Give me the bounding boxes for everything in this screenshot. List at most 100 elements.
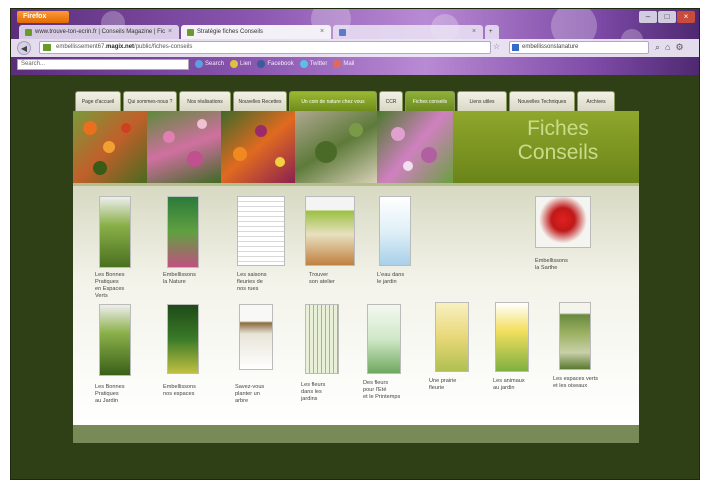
- search-engine-icon: [512, 44, 519, 51]
- new-tab-button[interactable]: +: [485, 25, 499, 39]
- nav-item-realisations[interactable]: Nos réalisations: [179, 91, 231, 111]
- site-navigation: Page d'accueil Qui sommes-nous ? Nos réa…: [73, 91, 639, 111]
- browser-tab[interactable]: ×: [333, 25, 483, 39]
- star-bookmark-icon[interactable]: ☆: [493, 42, 500, 51]
- garden-photo: [73, 111, 147, 183]
- title-line-1: Fiches: [527, 117, 589, 140]
- nav-item-techniques[interactable]: Nouvelles Techniques: [509, 91, 575, 111]
- nav-item-ccr[interactable]: CCR: [379, 91, 403, 111]
- fiche-caption[interactable]: Embellissons la Sarthe: [535, 258, 599, 272]
- toolbar-item-label: Mail: [343, 61, 355, 67]
- close-window-button[interactable]: ×: [677, 11, 695, 23]
- nav-item-fiches-conseils[interactable]: Fiches conseils: [405, 91, 455, 111]
- star-icon: [230, 60, 239, 68]
- fiche-caption[interactable]: Embellissons la Nature: [163, 272, 227, 286]
- browser-tab[interactable]: www.trouve-ton-ecrin.fr | Conseils Magaz…: [19, 25, 179, 39]
- header-banner: Fiches Conseils: [73, 111, 639, 183]
- close-icon[interactable]: ×: [320, 25, 324, 39]
- fiche-cover[interactable]: [559, 302, 591, 370]
- fiche-cover[interactable]: [367, 304, 401, 374]
- fiche-caption[interactable]: Les Bonnes Pratiques au Jardin: [95, 384, 159, 405]
- facebook-icon: [257, 60, 266, 68]
- site-favicon-icon: [187, 28, 194, 36]
- fiche-caption[interactable]: Embellissons nos espaces: [163, 384, 227, 398]
- back-arrow-icon[interactable]: ◀: [17, 41, 31, 55]
- page-title: Fiches Conseils: [483, 117, 633, 165]
- site-identity-icon: [43, 44, 51, 51]
- browser-chrome: Firefox – □ × www.trouve-ton-ecrin.fr | …: [11, 9, 699, 75]
- maximize-button[interactable]: □: [658, 11, 676, 23]
- fiche-caption[interactable]: Trouver son atelier: [309, 272, 373, 286]
- fiche-cover[interactable]: [99, 304, 131, 376]
- toolbar-search-input[interactable]: Search...: [17, 58, 189, 70]
- url-bar[interactable]: embellissement67.magix.net/public/fiches…: [39, 41, 491, 54]
- fiche-caption[interactable]: Les espaces verts et les oiseaux: [553, 376, 625, 390]
- nav-right-icons: ⌕ ⌂ ⚙: [655, 42, 684, 53]
- fiche-cover[interactable]: [99, 196, 131, 268]
- bookmarks-toolbar: Search... Search Lien Facebook Twitter M…: [11, 57, 699, 71]
- tab-strip: www.trouve-ton-ecrin.fr | Conseils Magaz…: [19, 25, 499, 39]
- site-favicon-icon: [25, 28, 32, 36]
- browser-tab-active[interactable]: Stratégie fiches Conseils ×: [181, 25, 331, 39]
- fiche-caption[interactable]: Les Bonnes Pratiques en Espaces Verts: [95, 272, 159, 300]
- toolbar-item-label: Twitter: [309, 61, 328, 67]
- fiche-cover[interactable]: [237, 196, 285, 266]
- fiche-cover[interactable]: [495, 302, 529, 372]
- nav-item-qui-sommes-nous[interactable]: Qui sommes-nous ?: [123, 91, 177, 111]
- search-engine-box[interactable]: embellissonslanature: [509, 41, 649, 54]
- garden-photo: [377, 111, 453, 183]
- web-page: Page d'accueil Qui sommes-nous ? Nos réa…: [73, 91, 639, 447]
- fiche-cover[interactable]: [305, 196, 355, 266]
- fiche-caption[interactable]: L'eau dans le jardin: [377, 272, 441, 286]
- fiche-caption[interactable]: Les fleurs dans les jardins: [301, 382, 365, 403]
- fiche-cover[interactable]: [535, 196, 591, 248]
- nav-item-coin-nature[interactable]: Un coin de nature chez vous: [289, 91, 377, 111]
- nav-item-archives[interactable]: Archives: [577, 91, 615, 111]
- home-icon[interactable]: ⌂: [665, 42, 670, 53]
- search-magnifier-icon[interactable]: ⌕: [655, 42, 660, 53]
- nav-item-recettes[interactable]: Nouvelles Recettes: [233, 91, 287, 111]
- globe-icon: [195, 60, 203, 68]
- toolbar-item-facebook[interactable]: Facebook: [257, 60, 294, 68]
- garden-photo: [295, 111, 377, 183]
- toolbar-item-label: Search: [205, 61, 225, 67]
- twitter-icon: [299, 60, 308, 68]
- search-text: embellissonslanature: [522, 44, 579, 50]
- url-prefix: embellissement67.: [56, 44, 107, 50]
- settings-gear-icon[interactable]: ⚙: [675, 42, 683, 53]
- toolbar-item-mail[interactable]: Mail: [333, 60, 354, 68]
- fiche-cover[interactable]: [305, 304, 339, 374]
- tab-label: www.trouve-ton-ecrin.fr | Conseils Magaz…: [35, 29, 165, 35]
- fiche-caption[interactable]: Savez-vous planter un arbre: [235, 384, 299, 405]
- fiches-grid: Les Bonnes Pratiques en Espaces Verts Em…: [73, 183, 639, 425]
- toolbar-item-label: Facebook: [267, 61, 294, 67]
- url-host: magix.net: [106, 44, 135, 50]
- toolbar-item-twitter[interactable]: Twitter: [299, 60, 328, 68]
- nav-item-liens-utiles[interactable]: Liens utiles: [457, 91, 507, 111]
- browser-window: Firefox – □ × www.trouve-ton-ecrin.fr | …: [10, 8, 700, 480]
- fiche-caption[interactable]: Les animaux au jardin: [493, 378, 557, 392]
- window-controls: – □ ×: [639, 11, 695, 23]
- minimize-button[interactable]: –: [639, 11, 657, 23]
- url-path: /public/fiches-conseils: [134, 44, 193, 50]
- fiche-cover[interactable]: [435, 302, 469, 372]
- firefox-menu-button[interactable]: Firefox: [17, 11, 69, 23]
- close-icon[interactable]: ×: [168, 25, 172, 39]
- toolbar-item-label: Lien: [240, 61, 252, 67]
- fiche-caption[interactable]: Les saisons fleuries de nos rues: [237, 272, 301, 293]
- fiche-cover[interactable]: [167, 304, 199, 374]
- tab-label: Stratégie fiches Conseils: [197, 29, 264, 35]
- navigation-bar: ◀ embellissement67.magix.net/public/fich…: [11, 39, 699, 57]
- banner-title-box: Fiches Conseils: [453, 111, 639, 183]
- toolbar-item-search[interactable]: Search: [195, 60, 224, 68]
- fiche-cover[interactable]: [239, 304, 273, 370]
- fiche-cover[interactable]: [167, 196, 199, 268]
- fiche-caption[interactable]: Des fleurs pour l'Eté et le Printemps: [363, 380, 427, 401]
- fiche-caption[interactable]: Une prairie fleurie: [429, 378, 493, 392]
- close-icon[interactable]: ×: [472, 25, 476, 39]
- page-footer: [73, 425, 639, 443]
- toolbar-item-link[interactable]: Lien: [230, 60, 251, 68]
- mail-icon: [333, 60, 342, 68]
- fiche-cover[interactable]: [379, 196, 411, 266]
- nav-item-accueil[interactable]: Page d'accueil: [75, 91, 121, 111]
